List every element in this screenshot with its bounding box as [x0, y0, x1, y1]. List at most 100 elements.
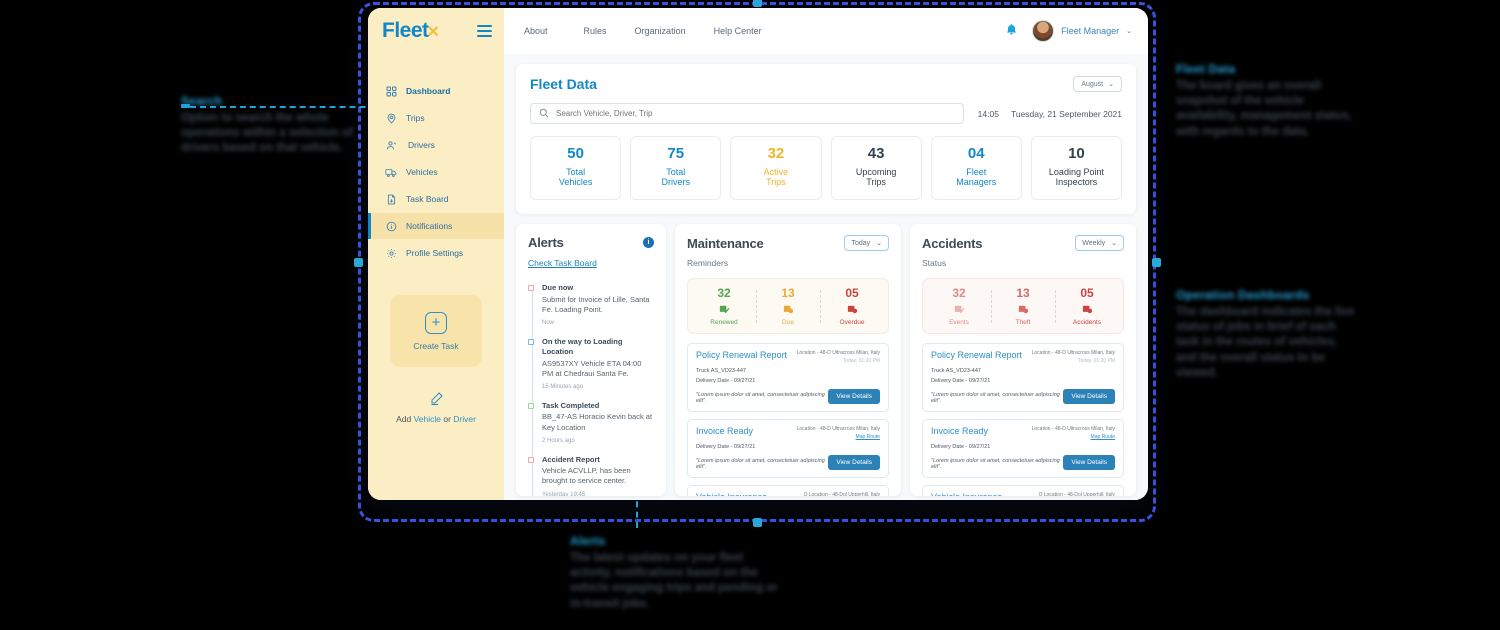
counter-due[interactable]: 13 Due — [756, 286, 820, 326]
sidebar-item-notifications[interactable]: Notifications — [368, 213, 504, 239]
info-icon[interactable]: i — [643, 237, 654, 249]
report-title: Policy Renewal Report — [931, 349, 1023, 360]
counter-label: Events — [949, 318, 969, 326]
sidebar-item-task-board[interactable]: Task Board — [368, 186, 504, 212]
sidebar-item-profile-settings[interactable]: Profile Settings — [368, 240, 504, 266]
report-timestamp: Today, 01:20 PM — [842, 357, 880, 364]
report-title: Vehicle Insurance — [931, 492, 1002, 497]
top-nav-rules[interactable]: Rules — [584, 26, 635, 36]
map-route-link[interactable]: Map Route — [1032, 434, 1115, 440]
counter-value: 13 — [781, 286, 795, 301]
report-card[interactable]: Invoice Ready Location - 48-D Ultracross… — [687, 418, 889, 478]
maintenance-filter-dropdown[interactable]: Today ⌄ — [844, 235, 889, 252]
current-time: 14:05 — [977, 108, 999, 119]
report-card[interactable]: Policy Renewal Report Location - 48-D Ul… — [922, 342, 1124, 412]
top-nav-about[interactable]: About — [524, 26, 584, 36]
counter-events[interactable]: 32 Events — [927, 287, 991, 326]
selection-handle-bottom[interactable] — [753, 518, 762, 527]
report-card[interactable]: Invoice Ready Location - 48-D Ultracross… — [922, 418, 1124, 478]
events-icon — [927, 304, 991, 316]
view-details-button[interactable]: View Details — [1063, 388, 1115, 404]
check-task-board-link[interactable]: Check Task Board — [528, 258, 597, 268]
view-details-button[interactable]: View Details — [828, 454, 880, 470]
accidents-counters: 32 Events 13 Theft 05 Accidents — [922, 278, 1124, 334]
counter-label: Renewed — [710, 318, 738, 326]
alert-item[interactable]: Task Completed BB_47-AS Horacio Kevin ba… — [528, 401, 654, 444]
avatar — [1032, 20, 1055, 42]
stat-card-loading-point-inspectors[interactable]: 10 Loading Point Inspectors — [1030, 136, 1123, 201]
accidents-filter-dropdown[interactable]: Weekly ⌄ — [1075, 235, 1124, 252]
maintenance-title: Maintenance — [687, 235, 764, 251]
report-location: Location - 48-D Ultracross Milan, Italy — [1031, 349, 1115, 356]
selection-handle-left[interactable] — [354, 258, 363, 267]
renewed-icon — [692, 304, 756, 316]
alert-item[interactable]: On the way to Loading Location AS9537XY … — [528, 337, 654, 390]
sidebar-nav: Dashboard Trips Drivers Vehicles Task Bo… — [368, 78, 504, 267]
top-nav-organization[interactable]: Organization — [635, 26, 714, 36]
alert-title: Task Completed — [542, 401, 600, 411]
sidebar-item-vehicles-label: Vehicles — [406, 167, 438, 177]
alerts-header: Alerts i — [528, 235, 654, 250]
report-meta: O Location - 48-Dol Upperhill, Italy Wed… — [1039, 492, 1115, 497]
brand-logo[interactable]: Fleet ✕ — [382, 19, 440, 43]
report-location: O Location - 48-Dol Upperhill, Italy — [803, 491, 880, 497]
counter-label: Accidents — [1072, 318, 1102, 326]
annotation-operation-dashboards: Operation Dashboards The dashboard indic… — [1176, 288, 1358, 381]
report-card[interactable]: Vehicle Insurance O Location - 48-Dol Up… — [687, 484, 889, 497]
alert-item[interactable]: Due now Submit for Invoice of Lille, San… — [528, 283, 654, 326]
report-card[interactable]: Vehicle Insurance O Location - 48-Dol Up… — [922, 484, 1124, 497]
main-area: About Rules Organization Help Center Fle… — [504, 8, 1148, 500]
sidebar-item-task-board-label: Task Board — [406, 194, 449, 204]
chevron-down-icon: ⌄ — [1108, 81, 1114, 88]
view-details-button[interactable]: View Details — [1063, 454, 1115, 470]
report-card[interactable]: Policy Renewal Report Location - 48-D Ul… — [687, 342, 889, 412]
report-title: Policy Renewal Report — [696, 349, 788, 360]
alert-marker-icon — [528, 285, 534, 292]
add-vehicle-or-driver[interactable]: Add Vehicle or Driver — [368, 391, 504, 424]
sidebar-item-notifications-label: Notifications — [406, 221, 453, 231]
sidebar-item-dashboard[interactable]: Dashboard — [368, 78, 504, 104]
stat-card-active-trips[interactable]: 32 Active Trips — [730, 136, 822, 201]
search-box[interactable] — [530, 103, 964, 124]
counter-accidents[interactable]: 05 Accidents — [1055, 287, 1119, 326]
report-line-2: Delivery Date - 09/27/21 — [931, 443, 991, 450]
annotation-search-body: Option to search the whole operations wi… — [181, 112, 353, 155]
counter-renewed[interactable]: 32 Renewed — [692, 287, 756, 326]
counter-overdue[interactable]: 05 Overdue — [820, 287, 884, 326]
sidebar-item-vehicles[interactable]: Vehicles — [368, 159, 504, 185]
selection-handle-right[interactable] — [1152, 258, 1161, 267]
report-meta: Location - 48-D Ultracross Milan, Italy … — [1032, 350, 1115, 364]
top-nav-help-center[interactable]: Help Center — [714, 26, 790, 36]
add-vehicle-link[interactable]: Vehicle — [414, 414, 441, 424]
counter-label: Overdue — [839, 318, 865, 326]
report-line-1: Truck AS_VD23-447 — [931, 367, 981, 374]
stat-card-total-vehicles[interactable]: 50 Total Vehicles — [530, 136, 622, 201]
gear-icon — [385, 247, 397, 259]
selection-handle-top[interactable] — [753, 0, 762, 7]
view-details-button[interactable]: View Details — [828, 388, 880, 404]
bell-icon[interactable] — [1005, 23, 1018, 40]
search-input[interactable] — [556, 109, 955, 118]
location-pin-icon — [385, 112, 397, 124]
stat-card-upcoming-trips[interactable]: 43 Upcoming Trips — [830, 136, 922, 201]
annotation-fleet-data-heading: Fleet Data — [1176, 62, 1236, 76]
stat-label: Active Trips — [763, 166, 789, 188]
alert-time: Yesterday 19:45 — [542, 491, 586, 497]
create-task-label: Create Task — [413, 340, 459, 351]
map-route-link[interactable]: Map Route — [797, 434, 880, 440]
alert-body: AS9537XY Vehicle ETA 04:00 PM at Chedrau… — [542, 358, 642, 378]
hamburger-icon[interactable] — [477, 25, 492, 37]
alert-marker-icon — [528, 339, 534, 346]
add-driver-link[interactable]: Driver — [453, 414, 476, 424]
sidebar-item-drivers[interactable]: Drivers — [368, 132, 504, 158]
counter-theft[interactable]: 13 Theft — [991, 287, 1055, 326]
report-footer: "Lorem ipsum dolor sit amet, consectetue… — [931, 388, 1115, 404]
stat-card-total-drivers[interactable]: 75 Total Drivers — [630, 136, 722, 201]
alert-item[interactable]: Accident Report Vehicle ACVLLP, has been… — [528, 455, 654, 497]
stat-card-fleet-managers[interactable]: 04 Fleet Managers — [930, 136, 1022, 201]
user-menu[interactable]: Fleet Manager ⌄ — [1032, 20, 1132, 42]
report-card-top: Invoice Ready Location - 48-D Ultracross… — [696, 426, 880, 440]
month-filter-dropdown[interactable]: August ⌄ — [1073, 76, 1122, 92]
create-task-button[interactable]: + Create Task — [390, 295, 482, 367]
sidebar-item-trips[interactable]: Trips — [368, 105, 504, 131]
